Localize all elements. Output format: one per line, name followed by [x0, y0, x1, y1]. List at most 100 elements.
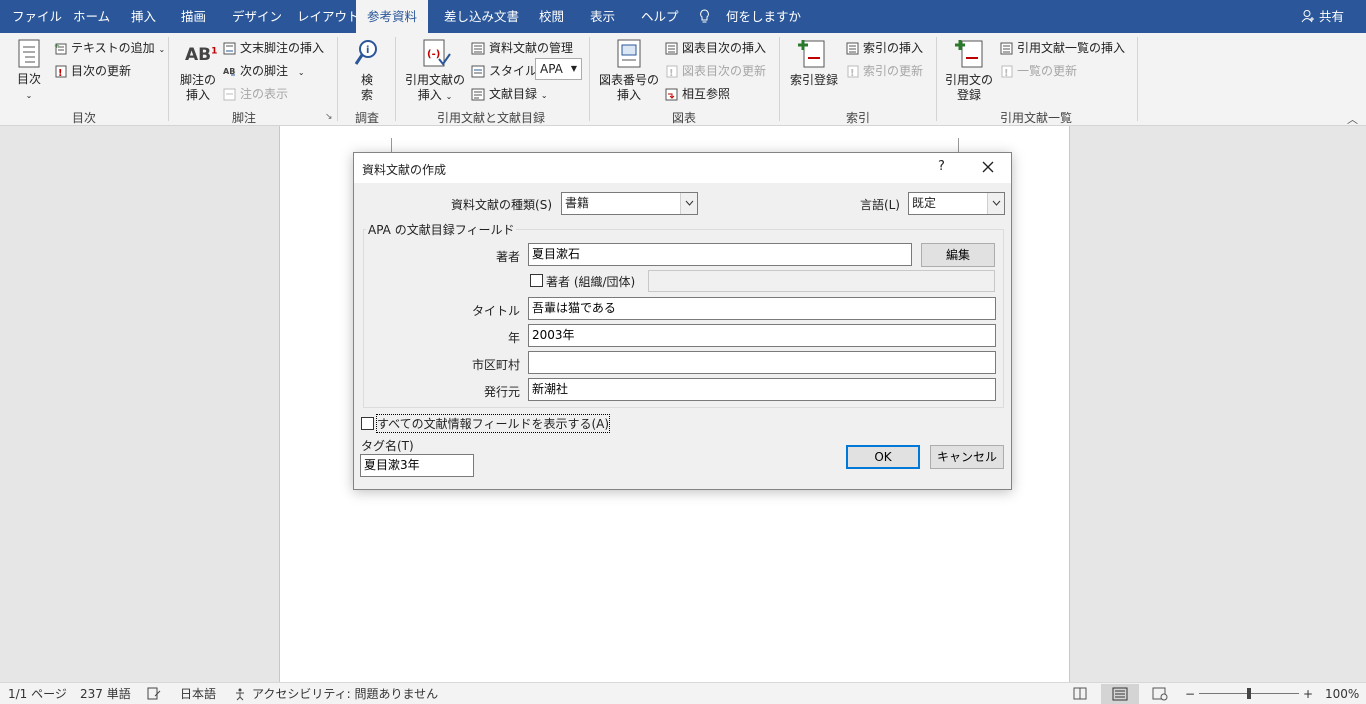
zoom-out-button[interactable]: − — [1185, 683, 1195, 704]
update-icon: ! — [666, 65, 678, 78]
insert-footnote-label-2: 挿入 — [185, 88, 210, 102]
show-notes-button[interactable]: 注の表示 — [223, 85, 288, 102]
tab-file[interactable]: ファイル — [10, 0, 64, 33]
chevron-down-icon: ⌄ — [445, 92, 453, 101]
language-dropdown[interactable]: 既定 — [908, 192, 1005, 215]
tab-insert[interactable]: 挿入 — [129, 0, 158, 33]
language-status[interactable]: 日本語 — [180, 683, 216, 704]
update-index-button[interactable]: ! 索引の更新 — [846, 62, 923, 79]
chevron-down-icon: ⌄ — [158, 45, 166, 54]
tab-help[interactable]: ヘルプ — [639, 0, 681, 33]
dropdown-button[interactable] — [680, 193, 697, 214]
insert-index-label: 索引の挿入 — [863, 41, 924, 55]
zoom-slider-thumb[interactable] — [1247, 688, 1251, 699]
search-button[interactable]: 検索 — [355, 73, 379, 103]
insert-caption-icon — [617, 39, 641, 68]
status-bar: 1/1 ページ 237 単語 日本語 アクセシビリティ: 問題ありません − +… — [0, 682, 1366, 704]
chevron-down-icon — [992, 200, 1001, 206]
tab-view[interactable]: 表示 — [588, 0, 617, 33]
mark-entry-button[interactable]: 索引登録 — [788, 73, 840, 88]
share-label: 共有 — [1318, 9, 1344, 24]
web-layout-button[interactable] — [1141, 684, 1179, 704]
publisher-input[interactable]: 新潮社 — [528, 378, 996, 401]
insert-caption-label-1: 図表番号の — [599, 73, 660, 87]
print-layout-button[interactable] — [1101, 684, 1139, 704]
dialog-titlebar: 資料文献の作成 ? — [354, 153, 1011, 183]
print-layout-icon — [1112, 687, 1128, 701]
ok-button[interactable]: OK — [846, 445, 920, 469]
toc-button[interactable]: 目次 ⌄ — [14, 72, 44, 103]
year-input[interactable]: 2003年 — [528, 324, 996, 347]
edit-author-button[interactable]: 編集 — [921, 243, 995, 267]
insert-caption-button[interactable]: 図表番号の 挿入 — [599, 73, 659, 103]
city-input[interactable] — [528, 351, 996, 374]
help-button[interactable]: ? — [938, 159, 945, 174]
update-index-label: 索引の更新 — [863, 64, 924, 78]
accessibility-status[interactable]: アクセシビリティ: 問題ありません — [252, 683, 438, 704]
show-all-fields-checkbox[interactable] — [361, 417, 374, 430]
cross-reference-button[interactable]: 相互参照 — [665, 85, 730, 102]
add-text-button[interactable]: + テキストの追加 ⌄ — [54, 39, 165, 56]
author-input[interactable]: 夏目漱石 — [528, 243, 912, 266]
manage-sources-button[interactable]: 資料文献の管理 — [471, 39, 573, 56]
collapse-ribbon-icon[interactable]: ︿ — [1347, 111, 1358, 127]
search-icon: i — [354, 40, 377, 65]
update-toa-label: 一覧の更新 — [1017, 64, 1078, 78]
tab-layout[interactable]: レイアウト — [295, 0, 362, 33]
mark-entry-label: 索引登録 — [789, 73, 838, 87]
insert-toa-label: 引用文献一覧の挿入 — [1017, 41, 1126, 55]
tell-me-search[interactable]: 何をしますか — [724, 0, 803, 33]
lightbulb-icon — [700, 9, 709, 23]
language-value: 既定 — [912, 196, 937, 210]
word-count[interactable]: 237 単語 — [80, 683, 131, 704]
dialog-launcher-icon[interactable]: ↘ — [325, 112, 333, 122]
tab-mailings[interactable]: 差し込み文書 — [442, 0, 521, 33]
update-icon: ! — [847, 65, 859, 78]
insert-citation-button[interactable]: 引用文献の 挿入 ⌄ — [404, 73, 466, 104]
insert-footnote-button[interactable]: 脚注の 挿入 — [178, 73, 218, 103]
tab-design[interactable]: デザイン — [230, 0, 284, 33]
chevron-down-icon: ⌄ — [297, 68, 305, 77]
cancel-button[interactable]: キャンセル — [930, 445, 1004, 469]
source-type-label: 資料文献の種類(S) — [451, 198, 552, 212]
insert-endnote-button[interactable]: 文末脚注の挿入 — [223, 39, 324, 56]
tab-review[interactable]: 校閲 — [537, 0, 566, 33]
show-all-fields-label[interactable]: すべての文献情報フィールドを表示する(A) — [375, 414, 611, 433]
zoom-in-button[interactable]: + — [1303, 683, 1313, 704]
tab-references[interactable]: 参考資料 — [356, 0, 428, 33]
style-dropdown[interactable]: APA ▼ — [535, 58, 582, 80]
tab-home[interactable]: ホーム — [71, 0, 112, 33]
update-toc-button[interactable]: ! 目次の更新 — [54, 62, 131, 79]
mark-citation-button[interactable]: 引用文の 登録 — [944, 73, 994, 103]
mark-entry-icon — [798, 40, 825, 68]
corporate-author-input[interactable] — [648, 270, 995, 292]
crop-mark — [958, 138, 959, 152]
bibliography-button[interactable]: 文献目録 ⌄ — [471, 85, 548, 102]
toc-label: 目次 — [16, 72, 41, 86]
next-footnote-icon: AB — [223, 67, 235, 76]
proofing-icon[interactable] — [147, 687, 161, 701]
read-mode-button[interactable] — [1061, 684, 1099, 704]
next-footnote-button[interactable]: AB 次の脚注 ⌄ — [223, 62, 305, 79]
tag-name-input[interactable]: 夏目漱3年 — [360, 454, 474, 477]
update-toa-button[interactable]: ! 一覧の更新 — [1000, 62, 1077, 79]
title-input[interactable]: 吾輩は猫である — [528, 297, 996, 320]
tab-draw[interactable]: 描画 — [179, 0, 208, 33]
manage-sources-icon — [471, 42, 485, 55]
mark-citation-label-1: 引用文の — [944, 73, 993, 87]
insert-citation-label-2: 挿入 — [417, 88, 442, 102]
insert-tof-button[interactable]: 図表目次の挿入 — [665, 39, 766, 56]
zoom-level[interactable]: 100% — [1325, 683, 1359, 704]
svg-text:+: + — [54, 42, 60, 50]
style-label-text: スタイル: — [489, 64, 542, 78]
insert-toa-button[interactable]: 引用文献一覧の挿入 — [1000, 39, 1125, 56]
page-count[interactable]: 1/1 ページ — [8, 683, 67, 704]
insert-index-button[interactable]: 索引の挿入 — [846, 39, 923, 56]
update-tof-button[interactable]: ! 図表目次の更新 — [665, 62, 766, 79]
share-button[interactable]: 共有 — [1301, 0, 1344, 33]
footnote-ab-text: AB — [185, 45, 212, 65]
source-type-dropdown[interactable]: 書籍 — [561, 192, 698, 215]
corporate-author-checkbox[interactable] — [530, 274, 543, 287]
close-icon[interactable] — [979, 158, 997, 176]
dropdown-button[interactable] — [987, 193, 1004, 214]
